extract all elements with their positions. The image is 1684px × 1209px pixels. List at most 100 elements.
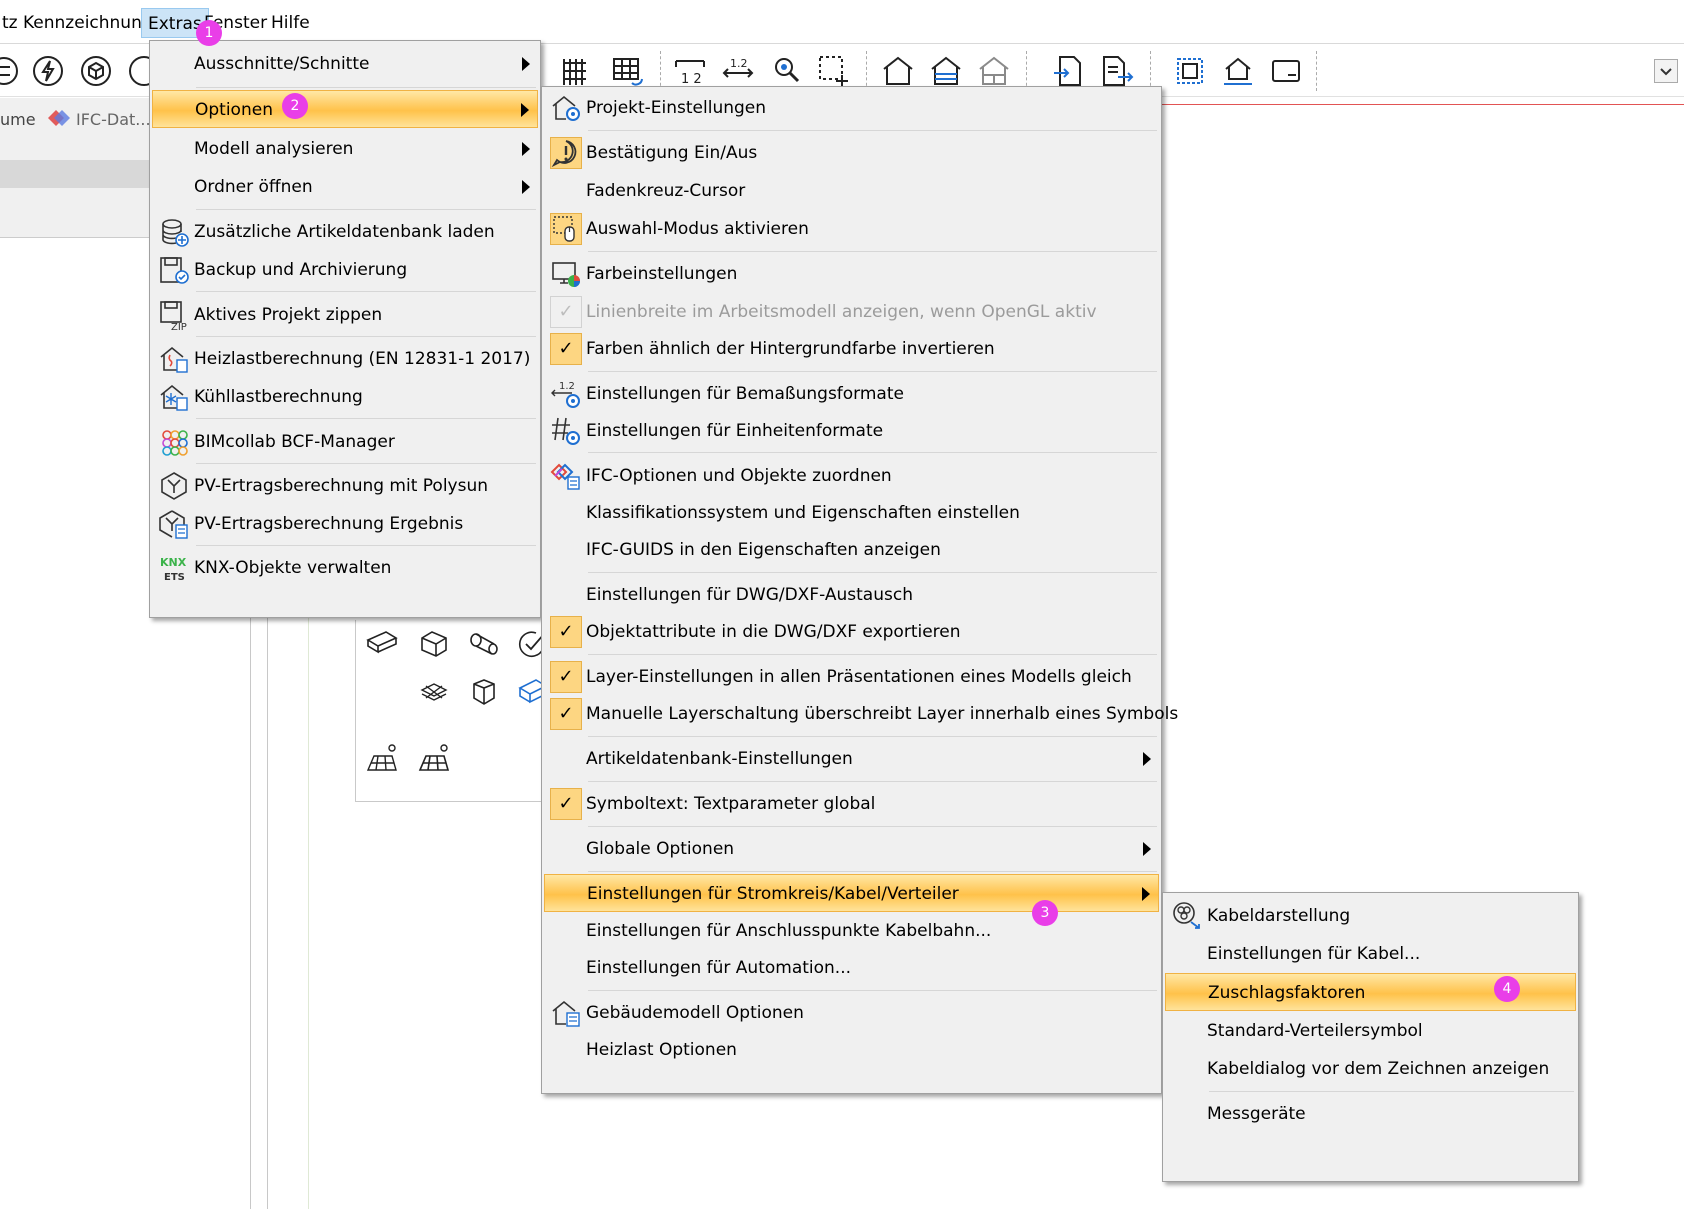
menu-item-automation[interactable]: Einstellungen für Automation... [544,949,1159,987]
window-view-icon[interactable] [1268,53,1304,89]
confirmation-icon [550,137,582,169]
menu-item-stromkreis-kabel-verteiler[interactable]: Einstellungen für Stromkreis/Kabel/Verte… [544,874,1159,912]
pipe-icon[interactable] [468,628,500,660]
import-doc-icon[interactable] [1050,53,1086,89]
zoom-select-icon[interactable] [768,53,804,89]
step-badge-4: 4 [1494,976,1520,1002]
menu-item-dwg-dxf-austausch[interactable]: Einstellungen für DWG/DXF-Austausch [544,576,1159,614]
menu-item-standard-verteilersymbol[interactable]: Standard-Verteilersymbol [1165,1012,1576,1050]
menu-item-layer-einstellungen[interactable]: ✓ Layer-Einstellungen in allen Präsentat… [544,658,1159,696]
menu-item-bestaetigung[interactable]: Bestätigung Ein/Aus [544,134,1159,172]
menu-item-ausschnitte[interactable]: Ausschnitte/Schnitte [152,45,538,83]
menu-item-auswahl-modus[interactable]: Auswahl-Modus aktivieren [544,210,1159,248]
menu-item-kuehllast[interactable]: Kühllastberechnung [152,378,538,416]
menu-item-projekt-einstellungen[interactable]: Projekt-Einstellungen [544,89,1159,127]
menu-item-gebaeudemodell-optionen[interactable]: Gebäudemodell Optionen [544,994,1159,1032]
menu-item-klassifikationssystem[interactable]: Klassifikationssystem und Eigenschaften … [544,494,1159,532]
database-add-icon [158,216,190,248]
menu-item-knx[interactable]: KNX ETS KNX-Objekte verwalten [152,549,538,587]
menu-item-anschlusspunkte-kabelbahn[interactable]: Einstellungen für Anschlusspunkte Kabelb… [544,912,1159,950]
house-grey-icon[interactable] [976,53,1012,89]
menu-item-pv-ergebnis[interactable]: PV-Ertragsberechnung Ergebnis [152,505,538,543]
grid-tool-icon[interactable] [560,53,596,89]
menu-separator [196,545,536,546]
menu-item-fadenkreuz[interactable]: Fadenkreuz-Cursor [544,172,1159,210]
svg-text:1.2: 1.2 [730,57,748,70]
menu-item-pv-polysun[interactable]: PV-Ertragsberechnung mit Polysun [152,467,538,505]
menu-item-bimcollab[interactable]: BIMcollab BCF-Manager [152,423,538,461]
device-box-icon[interactable] [468,676,500,708]
menu-item-manuelle-layerschaltung[interactable]: ✓ Manuelle Layerschaltung überschreibt L… [544,695,1178,733]
tab-partial[interactable]: ume [0,110,36,129]
menu-item-bemassungsformate[interactable]: 1.2 Einstellungen für Bemaßungsformate [544,375,1159,413]
menu-item-artikeldatenbank-einstellungen[interactable]: Artikeldatenbank-Einstellungen [544,740,1159,778]
house-floors-icon[interactable] [928,53,964,89]
menu-item-farben-invertieren[interactable]: ✓ Farben ähnlich der Hintergrundfarbe in… [544,330,1159,368]
electric-tool-icon[interactable] [30,53,66,89]
menu-item-farbeinstellungen[interactable]: Farbeinstellungen [544,255,1159,293]
toolbar-dropdown-button[interactable] [1654,59,1678,83]
extras-menu: Ausschnitte/Schnitte Optionen Modell ana… [149,40,541,618]
checkmark-icon: ✓ [550,698,582,730]
tab-ifc-data[interactable]: IFC-Dat... [76,110,151,129]
menu-item-ifc-optionen[interactable]: IFC-Optionen und Objekte zuordnen [544,457,1159,495]
color-settings-icon [550,258,582,290]
menu-item-ifc-guids[interactable]: IFC-GUIDS in den Eigenschaften anzeigen [544,531,1159,569]
menu-item-kabeldialog[interactable]: Kabeldialog vor dem Zeichnen anzeigen [1165,1050,1576,1088]
menu-item-globale-optionen[interactable]: Globale Optionen [544,830,1159,868]
heating-tool-icon[interactable] [0,53,22,89]
menu-separator [588,371,1157,372]
menu-item-artikeldatenbank-laden[interactable]: Zusätzliche Artikeldatenbank laden [152,213,538,251]
menu-separator [588,130,1157,131]
drawing-guide-line [308,600,309,1209]
menu-item-symboltext[interactable]: ✓ Symboltext: Textparameter global [544,785,1159,823]
grid-refresh-icon[interactable] [610,53,646,89]
menu-separator [588,781,1157,782]
menu-item-backup[interactable]: Backup und Archivierung [152,251,538,289]
menu-item-einheitenformate[interactable]: Einstellungen für Einheitenformate [544,412,1159,450]
toolbar-separator [660,51,661,91]
selection-move-icon[interactable] [816,53,852,89]
cube-tool-icon[interactable] [78,53,114,89]
circuit-cable-submenu: Kabeldarstellung Einstellungen für Kabel… [1162,892,1579,1182]
panel-divider [267,600,268,1209]
house-icon[interactable] [880,53,916,89]
menu-item-modell-analysieren[interactable]: Modell analysieren [152,130,538,168]
menu-separator [588,871,1157,872]
cable-tray-icon[interactable] [366,628,398,660]
menu-separator [196,87,536,88]
wiring-icon[interactable] [418,676,450,708]
menu-separator [588,572,1157,573]
menu-item-messgeraete[interactable]: Messgeräte [1165,1095,1576,1133]
checkmark-icon: ✓ [550,333,582,365]
submenu-arrow-icon [521,103,529,117]
menu-hilfe[interactable]: Hilfe [265,8,316,38]
heating-load-icon [158,343,190,375]
toolbar-separator [1150,51,1151,91]
menu-item-projekt-zippen[interactable]: ZIP Aktives Projekt zippen [152,296,538,334]
menu-item-kabeldarstellung[interactable]: Kabeldarstellung [1165,897,1576,935]
pv-panel-icon[interactable] [366,742,398,774]
submenu-arrow-icon [522,57,530,71]
submenu-arrow-icon [1142,887,1150,901]
dimension-format-tool-icon[interactable]: 1.2 [720,53,756,89]
export-doc-icon[interactable] [1098,53,1134,89]
menu-separator [196,463,536,464]
menu-item-kabel-einstellungen[interactable]: Einstellungen für Kabel... [1165,935,1576,973]
ifc-tab-icon [44,104,74,134]
frame-select-icon[interactable] [1172,53,1208,89]
menu-separator [588,251,1157,252]
menu-item-ordner-oeffnen[interactable]: Ordner öffnen [152,168,538,206]
menu-item-objektattribute-dwg[interactable]: ✓ Objektattribute in die DWG/DXF exporti… [544,613,1159,651]
knx-ets-icon: KNX ETS [158,552,190,584]
menu-kennzeichnung[interactable]: Kennzeichnung [17,8,159,38]
toolbar-separator [866,51,867,91]
dimension-tool-icon[interactable]: 1 2 [672,53,708,89]
box-icon[interactable] [418,628,450,660]
menu-item-linienbreite: ✓ Linienbreite im Arbeitsmodell anzeigen… [544,293,1159,331]
menu-item-heizlast[interactable]: Heizlastberechnung (EN 12831-1 2017) [152,340,538,378]
pv-panel-grid-icon[interactable] [418,742,450,774]
menu-item-heizlast-optionen[interactable]: Heizlast Optionen [544,1031,1159,1069]
house-level-icon[interactable] [1220,53,1256,89]
menu-item-optionen[interactable]: Optionen [152,90,538,128]
